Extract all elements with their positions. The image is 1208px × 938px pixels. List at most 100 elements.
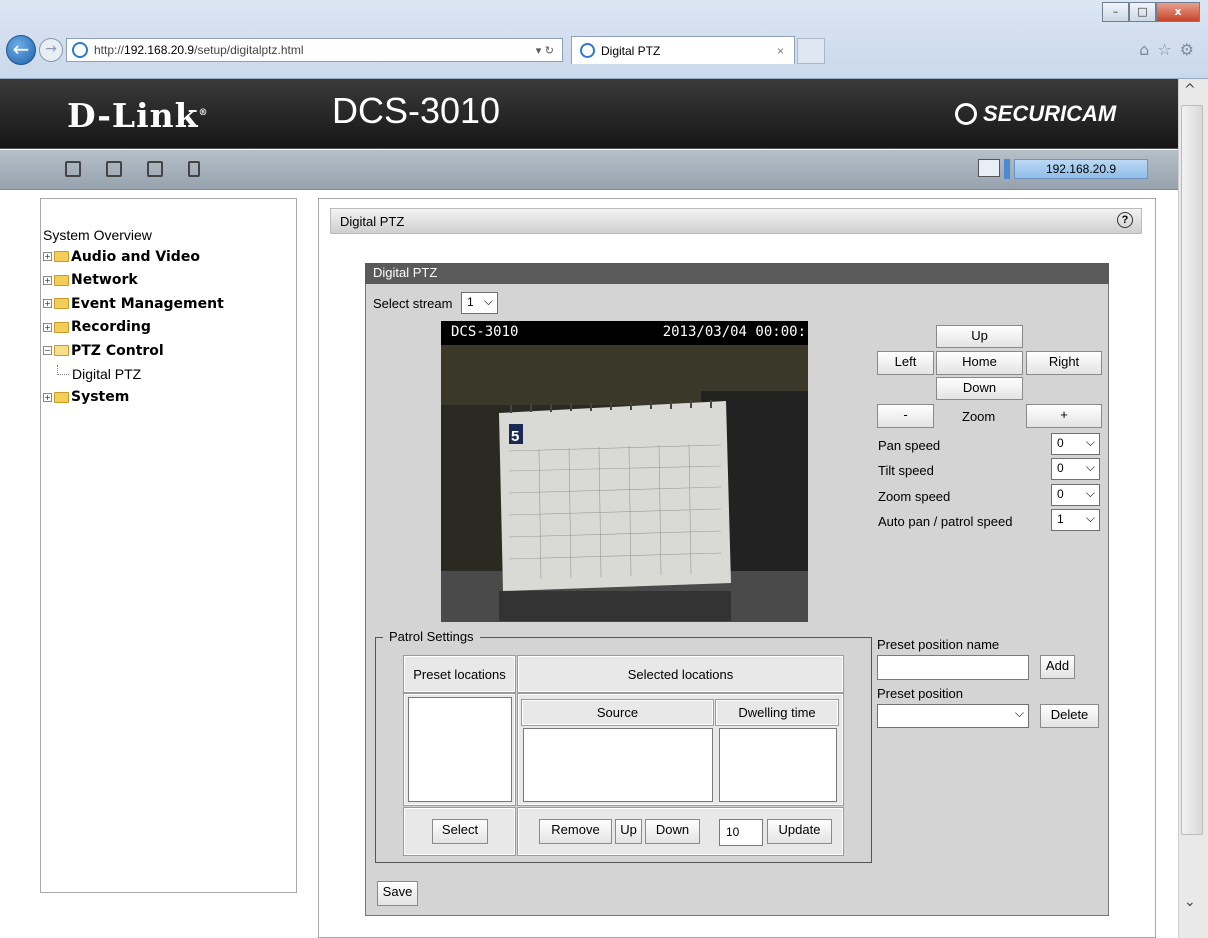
dwelling-time-header: Dwelling time xyxy=(715,699,839,726)
address-bar[interactable]: http://192.168.20.9/setup/digitalptz.htm… xyxy=(66,38,563,62)
preset-name-input[interactable] xyxy=(877,655,1029,680)
refresh-icon[interactable]: ▾ ↻ xyxy=(536,44,554,57)
source-header: Source xyxy=(521,699,714,726)
ptz-up-button[interactable]: Up xyxy=(936,325,1023,348)
ptz-right-button[interactable]: Right xyxy=(1026,351,1102,375)
sidebar-item-audio-video[interactable]: + Audio and Video xyxy=(43,245,296,269)
sidebar-tree: System Overview + Audio and Video + Networ… xyxy=(40,198,297,893)
preset-position-label: Preset position xyxy=(877,686,963,701)
ip-display: 192.168.20.9 xyxy=(978,159,1148,179)
maintenance-icon[interactable] xyxy=(147,161,163,177)
update-button[interactable]: Update xyxy=(767,819,832,844)
expand-icon[interactable]: + xyxy=(43,392,52,402)
zoom-speed-select[interactable]: 0 ⌵ xyxy=(1051,484,1100,506)
chevron-down-icon: ⌵ xyxy=(1085,435,1095,449)
zoom-speed-label: Zoom speed xyxy=(878,489,951,504)
model-name: DCS-3010 xyxy=(332,90,501,131)
collapse-icon[interactable]: − xyxy=(43,346,52,356)
securicam-logo: SECURICAM xyxy=(955,101,1116,127)
save-button[interactable]: Save xyxy=(377,881,418,906)
maximize-button[interactable]: □ xyxy=(1129,2,1156,22)
source-list[interactable] xyxy=(523,728,713,802)
chevron-down-icon: ⌵ xyxy=(483,294,493,308)
ptz-left-button[interactable]: Left xyxy=(877,351,934,375)
sidebar-item-system[interactable]: + System xyxy=(43,386,296,410)
patrol-speed-select[interactable]: 1 ⌵ xyxy=(1051,509,1100,531)
sidebar-item-recording[interactable]: + Recording xyxy=(43,316,296,340)
preset-locations-list[interactable] xyxy=(408,697,512,802)
expand-icon[interactable]: + xyxy=(43,322,52,332)
patrol-speed-label: Auto pan / patrol speed xyxy=(878,514,1013,529)
tilt-speed-label: Tilt speed xyxy=(878,463,934,478)
expand-icon[interactable]: + xyxy=(43,252,52,262)
chevron-down-icon: ⌵ xyxy=(1085,511,1095,525)
monitor-icon xyxy=(978,159,1000,177)
dwell-time-input[interactable]: 10 xyxy=(719,819,763,846)
close-tab-icon[interactable]: × xyxy=(777,44,784,58)
remove-button[interactable]: Remove xyxy=(539,819,612,844)
tab-title: Digital PTZ xyxy=(601,43,661,58)
home-icon[interactable]: ⌂ xyxy=(1139,40,1149,59)
minimize-button[interactable]: – xyxy=(1102,2,1129,22)
folder-icon xyxy=(54,391,69,403)
window-controls: – □ x xyxy=(1102,2,1200,22)
select-stream-label: Select stream xyxy=(373,296,453,311)
pan-speed-select[interactable]: 0 ⌵ xyxy=(1051,433,1100,455)
video-overlay-bar: DCS-3010 2013/03/04 00:00: xyxy=(441,321,808,345)
scroll-up-icon[interactable]: ^ xyxy=(1184,82,1196,98)
scroll-down-icon[interactable]: ⌄ xyxy=(1184,894,1196,910)
select-button[interactable]: Select xyxy=(432,819,488,844)
delete-preset-button[interactable]: Delete xyxy=(1040,704,1099,728)
tilt-speed-select[interactable]: 0 ⌵ xyxy=(1051,458,1100,480)
ptz-home-button[interactable]: Home xyxy=(936,351,1023,375)
sidebar-item-event-management[interactable]: + Event Management xyxy=(43,292,296,316)
folder-icon xyxy=(54,251,69,263)
sidebar-item-digital-ptz[interactable]: Digital PTZ xyxy=(43,363,296,386)
forward-button[interactable]: → xyxy=(39,38,63,62)
live-video-view[interactable]: 5 xyxy=(441,321,808,622)
open-folder-icon xyxy=(54,345,69,357)
add-preset-button[interactable]: Add xyxy=(1040,655,1075,679)
browser-tab[interactable]: Digital PTZ × xyxy=(571,36,795,64)
new-tab-button[interactable] xyxy=(797,38,825,64)
setup-icon[interactable] xyxy=(106,161,122,177)
expand-icon[interactable]: + xyxy=(43,275,52,285)
logout-icon[interactable] xyxy=(188,161,200,177)
chevron-down-icon: ⌵ xyxy=(1085,460,1095,474)
live-video-icon[interactable] xyxy=(65,161,81,177)
stream-select[interactable]: 1 ⌵ xyxy=(461,292,498,314)
dwelling-time-list[interactable] xyxy=(719,728,837,802)
video-timestamp: 2013/03/04 00:00: xyxy=(662,324,806,340)
zoom-label: Zoom xyxy=(962,409,996,424)
camera-image: 5 xyxy=(441,345,808,622)
move-down-button[interactable]: Down xyxy=(645,819,700,844)
sidebar-item-system-overview[interactable]: System Overview xyxy=(43,227,296,243)
chevron-down-icon: ⌵ xyxy=(1014,706,1024,720)
scrollbar-thumb[interactable] xyxy=(1181,105,1203,835)
folder-icon xyxy=(54,298,69,310)
ie-tab-icon xyxy=(580,43,595,58)
zoom-in-button[interactable]: + xyxy=(1026,404,1102,428)
chevron-down-icon: ⌵ xyxy=(1085,486,1095,500)
back-button[interactable]: ← xyxy=(6,35,36,65)
preset-locations-header: Preset locations xyxy=(403,655,516,693)
favorites-star-icon[interactable]: ☆ xyxy=(1157,40,1171,59)
ptz-down-button[interactable]: Down xyxy=(936,377,1023,400)
preset-position-select[interactable]: ⌵ xyxy=(877,704,1029,728)
ie-page-icon xyxy=(72,42,88,58)
dlink-logo: D-Link® xyxy=(67,96,209,135)
move-up-button[interactable]: Up xyxy=(615,819,642,844)
close-window-button[interactable]: x xyxy=(1156,2,1200,22)
sidebar-item-network[interactable]: + Network xyxy=(43,269,296,293)
folder-icon xyxy=(54,321,69,333)
pan-speed-label: Pan speed xyxy=(878,438,941,453)
address-url: http://192.168.20.9/setup/digitalptz.htm… xyxy=(94,43,304,57)
sidebar-item-ptz-control[interactable]: − PTZ Control xyxy=(43,339,296,363)
calendar-month: 5 xyxy=(511,428,519,445)
help-icon[interactable]: ? xyxy=(1117,212,1133,228)
ip-address: 192.168.20.9 xyxy=(1014,159,1148,179)
zoom-out-button[interactable]: - xyxy=(877,404,934,428)
gear-icon[interactable]: ⚙ xyxy=(1180,40,1194,59)
expand-icon[interactable]: + xyxy=(43,299,52,309)
patrol-settings-legend: Patrol Settings xyxy=(383,629,480,644)
